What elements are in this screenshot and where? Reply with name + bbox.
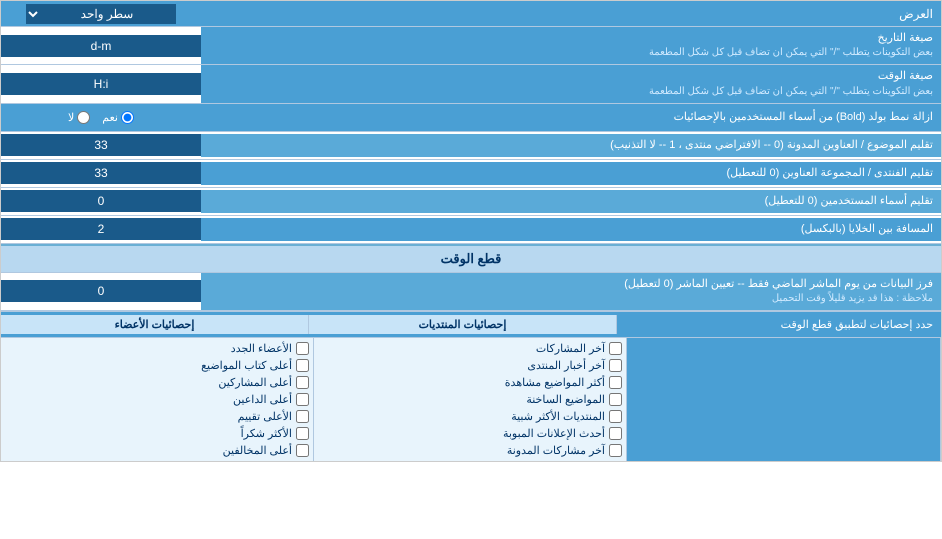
topics-order-label: تقليم الموضوع / العناوين المدونة (0 -- ا… <box>201 134 941 157</box>
date-format-input[interactable] <box>9 39 193 53</box>
list-item: أعلى كتاب المواضيع <box>5 357 309 374</box>
users-trim-input-wrap[interactable] <box>1 190 201 212</box>
list-item: آخر المشاركات <box>318 340 622 357</box>
forum-order-input-wrap[interactable] <box>1 162 201 184</box>
list-item: أعلى المشاركين <box>5 374 309 391</box>
time-cut-input[interactable] <box>9 284 193 298</box>
time-format-input[interactable] <box>9 77 193 91</box>
col2-header: إحصائيات الأعضاء <box>1 315 309 334</box>
display-row: العرض سطر واحدسطرينثلاثة أسطر <box>1 1 941 27</box>
forum-order-input[interactable] <box>9 166 193 180</box>
col1-checkbox-4[interactable] <box>609 410 622 423</box>
col1-checkbox-6[interactable] <box>609 444 622 457</box>
checkboxes-col-headers: إحصائيات المنتديات إحصائيات الأعضاء <box>1 315 617 334</box>
users-trim-input[interactable] <box>9 194 193 208</box>
bold-yes-label[interactable]: نعم <box>102 111 134 124</box>
col1-checkbox-2[interactable] <box>609 376 622 389</box>
time-cut-row: فرز البيانات من يوم الماشر الماضي فقط --… <box>1 273 941 311</box>
list-item: المواضيع الساخنة <box>318 391 622 408</box>
col1-checkbox-3[interactable] <box>609 393 622 406</box>
main-container: العرض سطر واحدسطرينثلاثة أسطر صيغة التار… <box>0 0 942 462</box>
time-cut-input-wrap[interactable] <box>1 280 201 302</box>
list-item: أكثر المواضيع مشاهدة <box>318 374 622 391</box>
list-item: الأكثر شكراً <box>5 425 309 442</box>
list-item: أعلى الداعين <box>5 391 309 408</box>
checkboxes-header-label: حدد إحصائيات لتطبيق قطع الوقت <box>617 315 941 334</box>
date-format-row: صيغة التاريخ بعض التكوينات يتطلب "/" الت… <box>1 27 941 65</box>
col1-header: إحصائيات المنتديات <box>309 315 617 334</box>
col2-data: الأعضاء الجددأعلى كتاب المواضيعأعلى المش… <box>1 338 314 461</box>
list-item: أحدث الإعلانات المبوبة <box>318 425 622 442</box>
col2-checkbox-4[interactable] <box>296 410 309 423</box>
forum-order-label: تقليم الفنتدى / المجموعة العناوين (0 للت… <box>201 162 941 185</box>
bold-no-label[interactable]: لا <box>68 111 90 124</box>
list-item: الأعلى تقييم <box>5 408 309 425</box>
col1-checkbox-5[interactable] <box>609 427 622 440</box>
cell-spacing-row: المسافة بين الخلايا (بالبكسل) <box>1 216 941 244</box>
date-format-label: صيغة التاريخ بعض التكوينات يتطلب "/" الت… <box>201 27 941 64</box>
display-select-wrap[interactable]: سطر واحدسطرينثلاثة أسطر <box>1 2 201 26</box>
cell-spacing-input-wrap[interactable] <box>1 218 201 240</box>
topics-order-row: تقليم الموضوع / العناوين المدونة (0 -- ا… <box>1 132 941 160</box>
bold-remove-radio-group: نعم لا <box>1 107 201 128</box>
list-item: الأعضاء الجدد <box>5 340 309 357</box>
users-trim-row: تقليم أسماء المستخدمين (0 للتعطيل) <box>1 188 941 216</box>
checkboxes-cols-data: آخر المشاركاتآخر أخبار المنتدىأكثر الموا… <box>1 338 627 461</box>
bold-remove-row: ازالة نمط بولد (Bold) من أسماء المستخدمي… <box>1 104 941 132</box>
time-format-row: صيغة الوقت بعض التكوينات يتطلب "/" التي … <box>1 65 941 103</box>
date-format-input-wrap[interactable] <box>1 35 201 57</box>
topics-order-input-wrap[interactable] <box>1 134 201 156</box>
cell-spacing-input[interactable] <box>9 222 193 236</box>
time-format-input-wrap[interactable] <box>1 73 201 95</box>
forum-order-row: تقليم الفنتدى / المجموعة العناوين (0 للت… <box>1 160 941 188</box>
checkboxes-section: حدد إحصائيات لتطبيق قطع الوقت إحصائيات ا… <box>1 311 941 461</box>
list-item: آخر أخبار المنتدى <box>318 357 622 374</box>
checkboxes-header-row: حدد إحصائيات لتطبيق قطع الوقت إحصائيات ا… <box>1 312 941 338</box>
col1-checkbox-1[interactable] <box>609 359 622 372</box>
list-item: آخر مشاركات المدونة <box>318 442 622 459</box>
list-item: المنتديات الأكثر شبية <box>318 408 622 425</box>
col2-checkbox-2[interactable] <box>296 376 309 389</box>
col2-checkbox-0[interactable] <box>296 342 309 355</box>
cell-spacing-label: المسافة بين الخلايا (بالبكسل) <box>201 218 941 241</box>
bold-no-radio[interactable] <box>77 111 90 124</box>
col2-checkbox-5[interactable] <box>296 427 309 440</box>
topics-order-input[interactable] <box>9 138 193 152</box>
checkboxes-data: آخر المشاركاتآخر أخبار المنتدىأكثر الموا… <box>1 338 941 461</box>
col1-data: آخر المشاركاتآخر أخبار المنتدىأكثر الموا… <box>314 338 627 461</box>
col2-checkbox-1[interactable] <box>296 359 309 372</box>
bold-remove-label: ازالة نمط بولد (Bold) من أسماء المستخدمي… <box>201 106 941 129</box>
time-cut-label: فرز البيانات من يوم الماشر الماضي فقط --… <box>201 273 941 310</box>
col1-checkbox-0[interactable] <box>609 342 622 355</box>
display-select[interactable]: سطر واحدسطرينثلاثة أسطر <box>26 4 176 24</box>
col2-checkbox-3[interactable] <box>296 393 309 406</box>
list-item: أعلى المخالفين <box>5 442 309 459</box>
checkboxes-empty-left <box>627 338 941 461</box>
users-trim-label: تقليم أسماء المستخدمين (0 للتعطيل) <box>201 190 941 213</box>
display-label: العرض <box>201 4 941 24</box>
col2-checkbox-6[interactable] <box>296 444 309 457</box>
time-cut-header: قطع الوقت <box>1 244 941 273</box>
time-format-label: صيغة الوقت بعض التكوينات يتطلب "/" التي … <box>201 65 941 102</box>
bold-yes-radio[interactable] <box>121 111 134 124</box>
